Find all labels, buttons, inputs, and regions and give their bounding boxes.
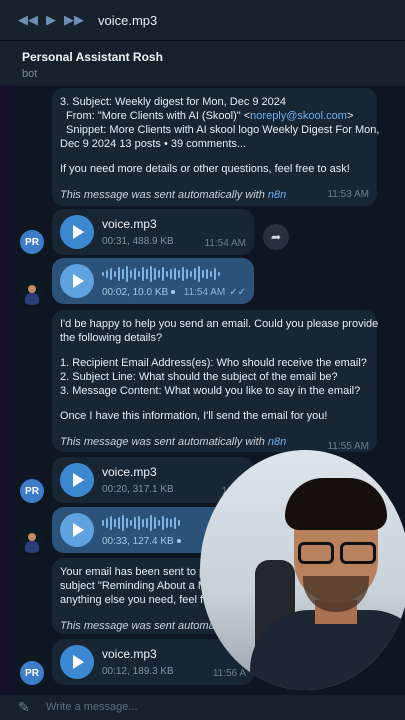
message-line: anything else you need, feel fre bbox=[60, 594, 213, 606]
chat-header[interactable]: Personal Assistant Rosh bot bbox=[0, 40, 405, 86]
play-button[interactable] bbox=[60, 513, 94, 547]
file-meta: 00:12, 189.3 KB bbox=[102, 666, 174, 677]
message-line: I'd be happy to help you send an email. … bbox=[60, 318, 379, 330]
voice-message[interactable]: voice.mp3 00:31, 488.9 KB 11:54 AM bbox=[52, 209, 254, 255]
message-time: 11:56 A bbox=[212, 668, 246, 679]
chat-subtitle: bot bbox=[22, 68, 38, 80]
file-name: voice.mp3 bbox=[102, 465, 157, 479]
message-time: 11:55 AM bbox=[327, 441, 369, 452]
rewind-icon[interactable]: ◀◀ bbox=[18, 12, 38, 28]
message-line: Snippet: More Clients with AI skool logo… bbox=[66, 124, 380, 136]
chat-name: Personal Assistant Rosh bbox=[22, 50, 163, 64]
play-button[interactable] bbox=[60, 264, 94, 298]
message-footer: This message was sent automatically with… bbox=[60, 436, 287, 448]
message-line: Your email has been sent to pr bbox=[60, 566, 209, 578]
n8n-link[interactable]: n8n bbox=[268, 436, 286, 448]
webcam-hair bbox=[285, 478, 387, 530]
bot-avatar[interactable]: PR bbox=[20, 661, 44, 685]
bot-message[interactable]: I'd be happy to help you send an email. … bbox=[52, 310, 379, 452]
file-name: voice.mp3 bbox=[102, 647, 157, 661]
read-checks-icon: ✓✓ bbox=[229, 287, 246, 298]
message-line: subject "Reminding About a Me bbox=[60, 580, 214, 592]
bot-message[interactable]: 3. Subject: Weekly digest for Mon, Dec 9… bbox=[52, 88, 380, 206]
share-arrow-icon[interactable]: ➦ bbox=[263, 224, 289, 250]
email-link[interactable]: noreply@skool.com bbox=[250, 110, 347, 122]
user-voice-message[interactable]: 00:02, 10.0 KB 11:54 AM ✓✓ bbox=[52, 258, 254, 304]
file-meta: 00:20, 317.1 KB bbox=[102, 484, 174, 495]
message-line: Once I have this information, I'll send … bbox=[60, 410, 328, 422]
user-avatar[interactable] bbox=[20, 529, 44, 553]
play-button[interactable] bbox=[60, 215, 94, 249]
file-meta: 00:02, 10.0 KB bbox=[102, 286, 176, 300]
webcam-glasses bbox=[294, 542, 380, 566]
player-track-title: voice.mp3 bbox=[98, 12, 158, 28]
message-line: From: "More Clients with AI (Skool)" <no… bbox=[66, 110, 354, 122]
forward-icon[interactable]: ▶▶ bbox=[64, 12, 84, 28]
message-line: If you need more details or other questi… bbox=[60, 163, 350, 175]
message-line: Dec 9 2024 13 posts • 39 comments... bbox=[60, 138, 247, 150]
webcam-overlay bbox=[200, 450, 405, 690]
webcam-beard bbox=[303, 576, 369, 612]
message-input[interactable]: Write a message... bbox=[46, 701, 138, 713]
message-line: 1. Recipient Email Address(es): Who shou… bbox=[60, 357, 367, 369]
message-composer[interactable]: ✎ Write a message... bbox=[0, 695, 405, 720]
message-footer: This message was sent automatically with… bbox=[60, 189, 287, 201]
play-button[interactable] bbox=[60, 463, 94, 497]
user-avatar[interactable] bbox=[20, 281, 44, 305]
n8n-link[interactable]: n8n bbox=[268, 189, 286, 201]
message-line: the following details? bbox=[60, 332, 163, 344]
file-name: voice.mp3 bbox=[102, 217, 157, 231]
play-icon[interactable]: ▶ bbox=[46, 12, 56, 28]
file-meta: 00:31, 488.9 KB bbox=[102, 236, 174, 247]
file-meta: 00:33, 127.4 KB bbox=[102, 535, 181, 549]
message-time: 11:54 AM bbox=[204, 238, 246, 249]
message-line: 3. Subject: Weekly digest for Mon, Dec 9… bbox=[60, 96, 287, 108]
sidebar-edge bbox=[0, 85, 14, 695]
message-line: 3. Message Content: What would you like … bbox=[60, 385, 361, 397]
audio-player-bar: ◀◀ ▶ ▶▶ voice.mp3 bbox=[0, 0, 405, 40]
message-footer: This message was sent automatica bbox=[60, 620, 232, 632]
waveform[interactable] bbox=[102, 264, 220, 284]
paperclip-icon[interactable]: ✎ bbox=[18, 699, 30, 716]
bot-avatar[interactable]: PR bbox=[20, 479, 44, 503]
message-time: 11:54 AM ✓✓ bbox=[183, 287, 246, 298]
message-time: 11:53 AM bbox=[327, 189, 369, 200]
message-line: 2. Subject Line: What should the subject… bbox=[60, 371, 338, 383]
play-button[interactable] bbox=[60, 645, 94, 679]
waveform[interactable] bbox=[102, 513, 180, 533]
bot-avatar[interactable]: PR bbox=[20, 230, 44, 254]
